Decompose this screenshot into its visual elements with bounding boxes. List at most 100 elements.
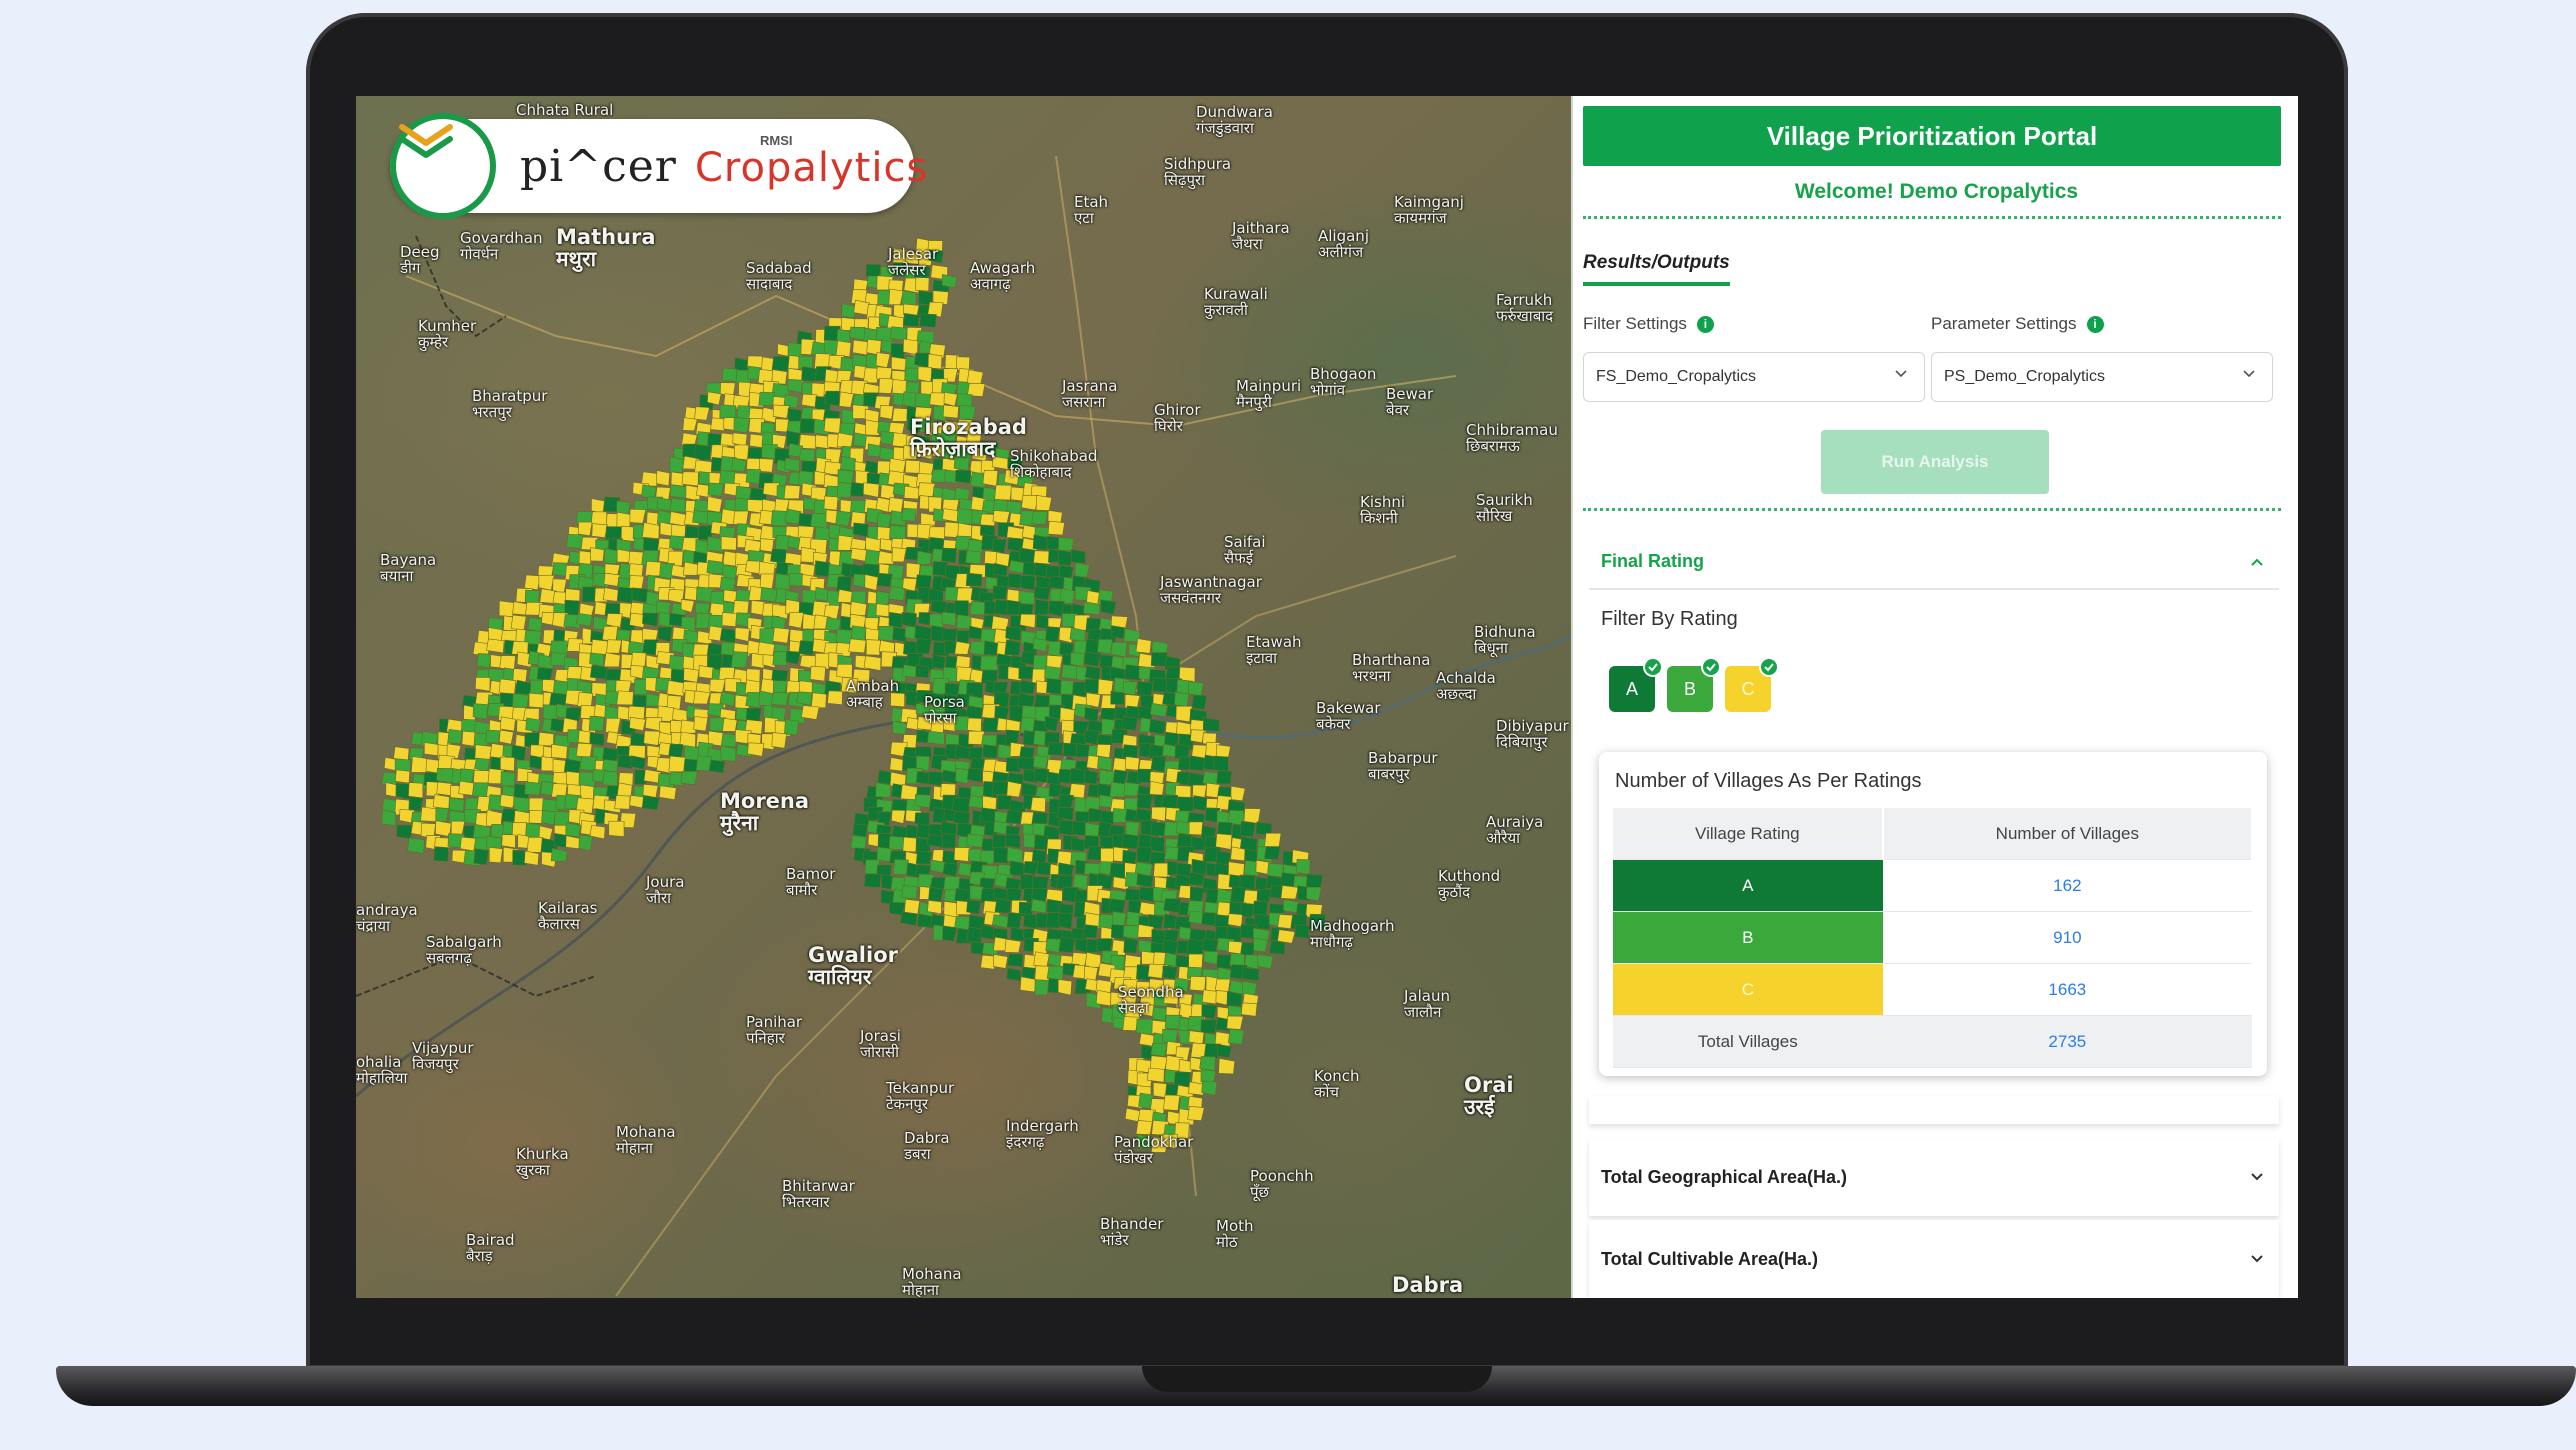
village-polygon[interactable] <box>1200 1068 1217 1083</box>
village-polygon[interactable] <box>1137 924 1154 938</box>
village-polygon[interactable] <box>499 729 514 745</box>
map-view[interactable]: Chhata Rural Dundwara गंजडुंडवारा Sidhpura… <box>356 96 1571 1298</box>
info-icon[interactable]: i <box>2086 315 2104 333</box>
village-polygon[interactable] <box>473 848 489 866</box>
village-polygon[interactable] <box>1083 601 1100 616</box>
village-polygon[interactable] <box>541 809 556 826</box>
village-polygon[interactable] <box>1123 681 1138 696</box>
village-polygon[interactable] <box>1034 834 1049 851</box>
village-polygon[interactable] <box>1226 1015 1244 1030</box>
village-polygon[interactable] <box>1125 756 1140 771</box>
village-polygon[interactable] <box>1074 562 1090 578</box>
village-polygon[interactable] <box>720 536 737 551</box>
village-polygon[interactable] <box>551 743 568 760</box>
village-polygon[interactable] <box>941 547 958 564</box>
village-polygon[interactable] <box>770 510 788 527</box>
village-polygon[interactable] <box>578 834 594 852</box>
village-polygon[interactable] <box>1048 575 1066 590</box>
village-polygon[interactable] <box>927 730 945 746</box>
village-polygon[interactable] <box>825 616 842 631</box>
village-polygon[interactable] <box>1058 819 1075 836</box>
village-polygon[interactable] <box>628 575 645 589</box>
village-polygon[interactable] <box>1006 846 1023 864</box>
village-polygon[interactable] <box>1123 782 1140 797</box>
village-polygon[interactable] <box>706 559 724 575</box>
village-polygon[interactable] <box>916 638 932 655</box>
village-polygon[interactable] <box>899 911 918 927</box>
village-polygon[interactable] <box>760 586 778 603</box>
village-polygon[interactable] <box>669 484 687 499</box>
village-polygon[interactable] <box>1084 678 1101 695</box>
village-polygon[interactable] <box>1018 590 1036 605</box>
village-polygon[interactable] <box>589 732 605 746</box>
village-polygon[interactable] <box>1061 664 1079 680</box>
village-polygon[interactable] <box>1122 1016 1139 1032</box>
village-polygon[interactable] <box>863 655 882 671</box>
village-polygon[interactable] <box>914 624 932 641</box>
village-polygon[interactable] <box>683 745 699 762</box>
village-polygon[interactable] <box>965 572 983 587</box>
village-polygon[interactable] <box>1123 937 1139 954</box>
village-polygon[interactable] <box>865 639 881 656</box>
village-polygon[interactable] <box>603 547 620 565</box>
village-polygon[interactable] <box>498 678 517 695</box>
geo-area-header[interactable]: Total Geographical Area(Ha.) <box>1589 1138 2279 1216</box>
village-polygon[interactable] <box>840 455 856 472</box>
village-polygon[interactable] <box>476 653 493 669</box>
village-polygon[interactable] <box>810 512 829 529</box>
village-polygon[interactable] <box>745 468 762 485</box>
village-polygon[interactable] <box>1151 806 1167 822</box>
village-polygon[interactable] <box>772 651 788 667</box>
village-polygon[interactable] <box>1110 641 1128 658</box>
village-polygon[interactable] <box>1240 1002 1258 1017</box>
village-polygon[interactable] <box>919 313 937 328</box>
count-cell[interactable]: 910 <box>1882 911 2252 964</box>
village-polygon[interactable] <box>942 925 958 942</box>
village-polygon[interactable] <box>616 690 634 706</box>
village-polygon[interactable] <box>1110 690 1125 705</box>
village-polygon[interactable] <box>1264 846 1281 860</box>
village-polygon[interactable] <box>1242 967 1260 981</box>
village-polygon[interactable] <box>1006 967 1022 982</box>
village-polygon[interactable] <box>614 795 631 810</box>
village-polygon[interactable] <box>942 862 959 877</box>
village-polygon[interactable] <box>966 767 983 783</box>
village-polygon[interactable] <box>801 393 818 408</box>
village-polygon[interactable] <box>499 716 516 732</box>
village-polygon[interactable] <box>1113 769 1128 785</box>
village-polygon[interactable] <box>433 846 449 862</box>
village-polygon[interactable] <box>823 390 840 407</box>
village-polygon[interactable] <box>720 745 737 762</box>
village-polygon[interactable] <box>835 340 852 358</box>
village-polygon[interactable] <box>1174 691 1190 708</box>
village-polygon[interactable] <box>1097 755 1113 772</box>
village-polygon[interactable] <box>1150 1042 1168 1057</box>
count-cell[interactable]: 1663 <box>1882 963 2252 1016</box>
village-polygon[interactable] <box>1162 743 1178 758</box>
village-polygon[interactable] <box>918 461 935 476</box>
village-polygon[interactable] <box>500 771 516 787</box>
village-polygon[interactable] <box>472 703 489 720</box>
village-polygon[interactable] <box>1006 912 1023 929</box>
village-polygon[interactable] <box>1058 912 1073 930</box>
village-polygon[interactable] <box>1034 598 1050 615</box>
village-polygon[interactable] <box>1083 769 1099 785</box>
village-polygon[interactable] <box>1033 694 1051 709</box>
village-polygon[interactable] <box>888 288 904 306</box>
village-polygon[interactable] <box>605 613 623 628</box>
village-polygon[interactable] <box>501 834 516 849</box>
village-polygon[interactable] <box>1150 821 1167 837</box>
village-polygon[interactable] <box>900 784 918 801</box>
village-polygon[interactable] <box>836 576 853 593</box>
village-polygon[interactable] <box>1202 717 1220 732</box>
village-polygon[interactable] <box>631 587 649 604</box>
village-polygon[interactable] <box>1188 1030 1205 1045</box>
village-polygon[interactable] <box>1135 1018 1153 1035</box>
village-polygon[interactable] <box>982 469 999 487</box>
village-polygon[interactable] <box>1057 979 1073 996</box>
village-polygon[interactable] <box>692 510 709 525</box>
village-polygon[interactable] <box>1063 742 1079 757</box>
village-polygon[interactable] <box>772 627 790 644</box>
village-polygon[interactable] <box>576 612 593 627</box>
village-polygon[interactable] <box>526 836 544 853</box>
